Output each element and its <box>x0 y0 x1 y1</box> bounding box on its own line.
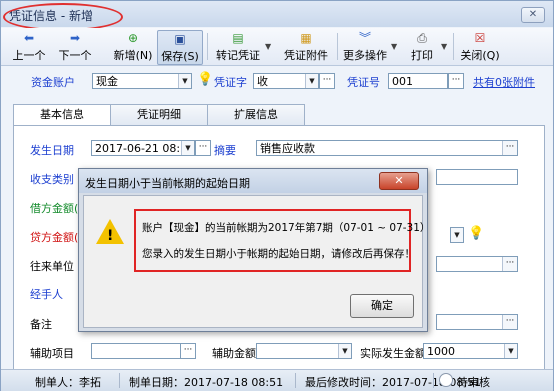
close-button[interactable]: ☒ 关闭(Q) <box>457 30 503 63</box>
aux-item-label: 辅助项目 <box>30 347 74 360</box>
window-close-button[interactable]: ✕ <box>521 7 545 23</box>
voucher-no-browse-button[interactable]: ··· <box>448 73 464 89</box>
new-button[interactable]: ⊕ 新增(N) <box>111 30 155 63</box>
ok-button[interactable]: 确定 <box>350 294 414 318</box>
dialog-body: ! 账户【现金】的当前帐期为2017年第7期（07-01 ~ 07-31） 您录… <box>83 195 430 328</box>
credit-dropdown[interactable]: ▼ <box>450 227 464 243</box>
title-highlight-circle <box>3 3 123 31</box>
chevron-down-icon[interactable]: ▼ <box>305 74 318 88</box>
summary-label: 摘要 <box>214 144 236 157</box>
voucher-word-label: 凭证字 <box>214 76 247 89</box>
actual-amount-field[interactable]: 1000 ▼ <box>423 343 518 359</box>
print-button[interactable]: ⎙ 打印 <box>405 30 439 63</box>
more-actions-button[interactable]: ︾ 更多操作 <box>341 30 389 63</box>
date-browse-button[interactable]: ··· <box>195 140 211 156</box>
toolbar: ⬅ 上一个 ➡ 下一个 ⊕ 新增(N) ▣ 保存(S) ▤ 转记凭证 ▼ ▦ 凭… <box>1 28 553 66</box>
dialog-message-line1: 账户【现金】的当前帐期为2017年第7期（07-01 ~ 07-31） <box>142 222 431 234</box>
handler-label: 经手人 <box>30 288 63 301</box>
partner-field-tail[interactable]: ··· <box>436 256 518 272</box>
printer-icon: ⎙ <box>417 31 427 45</box>
lightbulb-icon[interactable]: 💡 <box>197 72 213 87</box>
partner-label: 往来单位 <box>30 260 74 273</box>
remark-label: 备注 <box>30 318 52 331</box>
voucher-attachment-button[interactable]: ▦ 凭证附件 <box>279 30 333 63</box>
review-status-icon <box>439 373 453 387</box>
toolbar-separator <box>337 33 338 60</box>
created-date-text: 制单日期：2017-07-18 08:51 <box>129 376 284 389</box>
title-bar: 凭证信息 - 新增 ✕ <box>1 1 553 31</box>
plus-circle-icon: ⊕ <box>127 31 139 45</box>
modified-time-text: 最后修改时间：2017-07-18 08:51 <box>305 376 482 389</box>
chevron-down-icon[interactable]: ▼ <box>504 344 517 358</box>
date-field[interactable]: 2017-06-21 08:51 ▼ <box>91 140 195 156</box>
save-disk-icon: ▣ <box>174 32 186 46</box>
attachments-link[interactable]: 共有0张附件 <box>473 74 535 90</box>
tab-extended-info[interactable]: 扩展信息 <box>207 104 305 125</box>
lightbulb-icon[interactable]: 💡 <box>468 226 484 241</box>
toolbar-separator <box>453 33 454 60</box>
chevron-down-icon[interactable]: ▼ <box>178 74 191 88</box>
voucher-word-select[interactable]: 收 ▼ <box>253 73 319 89</box>
aux-amount-field[interactable]: ▼ <box>256 343 352 359</box>
chevron-down-icon[interactable]: ▼ <box>181 141 194 155</box>
status-divider <box>119 373 120 388</box>
chevron-down-icon[interactable]: ▼ <box>451 228 463 242</box>
status-divider <box>433 373 434 388</box>
status-divider <box>295 373 296 388</box>
chevron-down-icon[interactable]: ▼ <box>265 42 271 51</box>
aux-amount-label: 辅助金额 <box>212 347 256 360</box>
summary-browse-button[interactable]: ··· <box>502 141 517 155</box>
summary-field[interactable]: 销售应收款 ··· <box>256 140 518 156</box>
attachment-icon: ▦ <box>300 31 312 45</box>
credit-label: 贷方金额( <box>30 231 79 244</box>
toolbar-separator <box>207 33 208 60</box>
date-label: 发生日期 <box>30 144 74 157</box>
dialog-title-bar: 发生日期小于当前帐期的起始日期 ✕ <box>79 169 427 193</box>
voucher-word-browse-button[interactable]: ··· <box>319 73 335 89</box>
chevron-down-icon[interactable]: ▼ <box>441 42 447 51</box>
transfer-voucher-button[interactable]: ▤ 转记凭证 <box>213 30 263 63</box>
status-bar: 制单人：李拓 制单日期：2017-07-18 08:51 最后修改时间：2017… <box>1 369 553 391</box>
tab-basic-info[interactable]: 基本信息 <box>13 104 111 126</box>
next-button[interactable]: ➡ 下一个 <box>53 30 97 63</box>
remark-browse-button[interactable]: ··· <box>502 315 517 329</box>
close-box-icon: ☒ <box>474 31 486 45</box>
partner-browse-button[interactable]: ··· <box>502 257 517 271</box>
warning-dialog: 发生日期小于当前帐期的起始日期 ✕ ! 账户【现金】的当前帐期为2017年第7期… <box>78 168 430 332</box>
voucher-header-row: 资金账户 现金 ▼ 💡 凭证字 收 ▼ ··· 凭证号 001 ··· 共有0张… <box>1 69 553 93</box>
arrow-right-icon: ➡ <box>69 31 81 45</box>
warning-exclamation-icon: ! <box>107 228 114 244</box>
remark-field-tail[interactable]: ··· <box>436 314 518 330</box>
chevron-down-icon[interactable]: ▼ <box>391 42 397 51</box>
actual-amount-label: 实际发生金额 <box>360 347 426 360</box>
chevron-down-icon[interactable]: ▼ <box>338 344 351 358</box>
dialog-title: 发生日期小于当前帐期的起始日期 <box>85 177 250 190</box>
transfer-icon: ▤ <box>232 31 244 45</box>
save-button[interactable]: ▣ 保存(S) <box>157 30 203 65</box>
message-highlight-box: 账户【现金】的当前帐期为2017年第7期（07-01 ~ 07-31） 您录入的… <box>134 209 430 272</box>
aux-item-browse-button[interactable]: ··· <box>180 343 196 359</box>
account-label: 资金账户 <box>31 76 75 89</box>
tab-strip: 基本信息 凭证明细 扩展信息 <box>13 104 543 126</box>
creator-text: 制单人：李拓 <box>35 376 101 389</box>
category-label: 收支类别 <box>30 173 74 186</box>
prev-button[interactable]: ⬅ 上一个 <box>7 30 51 63</box>
arrow-left-icon: ⬅ <box>23 31 35 45</box>
voucher-no-label: 凭证号 <box>347 76 380 89</box>
category-field-tail[interactable] <box>436 169 518 185</box>
account-select[interactable]: 现金 ▼ <box>92 73 192 89</box>
double-chevron-down-icon: ︾ <box>358 31 371 45</box>
tab-voucher-detail[interactable]: 凭证明细 <box>110 104 208 125</box>
voucher-no-field[interactable]: 001 <box>388 73 448 89</box>
review-status-text: 待审核 <box>457 376 490 389</box>
dialog-close-button[interactable]: ✕ <box>379 172 419 190</box>
dialog-message-line2: 您录入的发生日期小于帐期的起始日期，请修改后再保存！ <box>142 248 415 260</box>
